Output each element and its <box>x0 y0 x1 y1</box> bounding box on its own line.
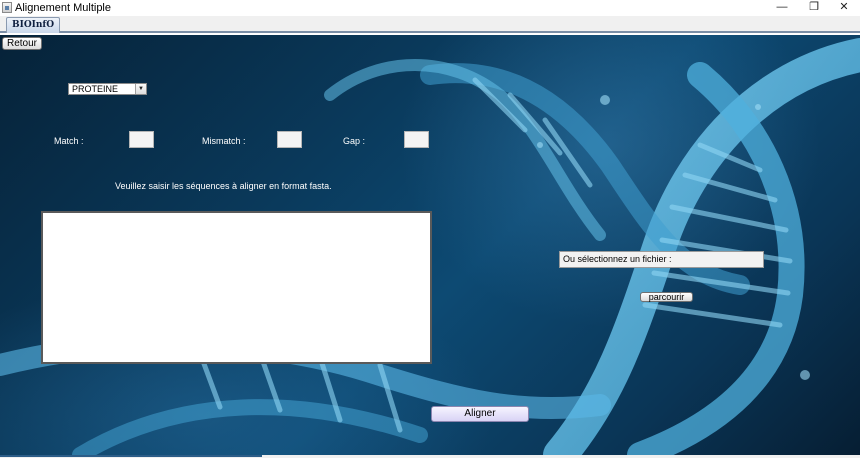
browse-button[interactable]: parcourir <box>640 292 693 302</box>
sequences-textarea[interactable] <box>41 211 432 364</box>
file-selection-field[interactable]: Ou sélectionnez un fichier : <box>559 251 764 268</box>
window-titlebar: Alignement Multiple — ❐ ✕ <box>0 0 860 16</box>
mismatch-score-input[interactable] <box>277 131 302 148</box>
gap-label: Gap : <box>343 136 366 146</box>
minimize-icon[interactable]: — <box>768 0 796 16</box>
maximize-icon[interactable]: ❐ <box>800 0 828 16</box>
sequence-type-value: PROTEINE <box>72 84 119 94</box>
sequence-type-select[interactable]: PROTEINE ▼ <box>68 83 147 95</box>
tab-bioinfo[interactable]: BIOInfO <box>6 17 61 33</box>
back-button[interactable]: Retour <box>2 37 42 50</box>
close-icon[interactable]: ✕ <box>830 0 858 16</box>
window-title: Alignement Multiple <box>15 2 111 14</box>
mismatch-label: Mismatch : <box>202 136 246 146</box>
align-button[interactable]: Aligner <box>431 406 529 422</box>
alignment-panel: Retour PROTEINE ▼ Match : Mismatch : Gap… <box>0 35 860 455</box>
chevron-down-icon[interactable]: ▼ <box>135 84 146 94</box>
match-score-input[interactable] <box>129 131 154 148</box>
gap-score-input[interactable] <box>404 131 429 148</box>
tab-strip: BIOInfO <box>0 16 860 33</box>
match-label: Match : <box>54 136 84 146</box>
fasta-instructions: Veuillez saisir les séquences à aligner … <box>115 181 332 191</box>
app-window-icon <box>2 2 12 13</box>
